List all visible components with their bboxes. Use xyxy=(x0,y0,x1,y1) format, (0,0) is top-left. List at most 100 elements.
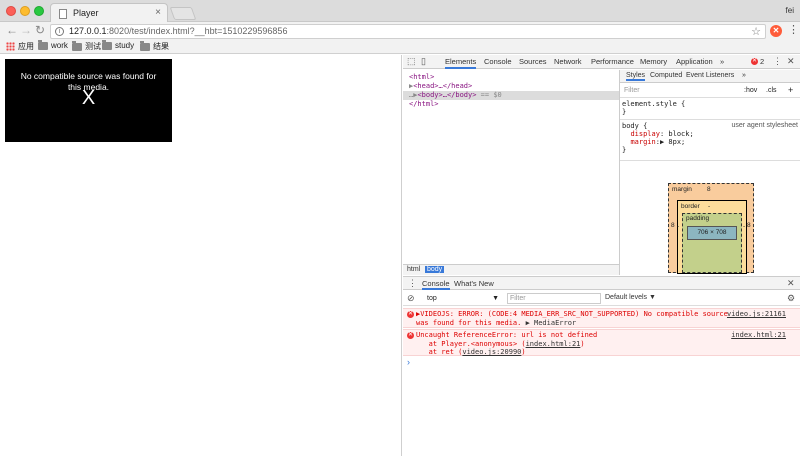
breadcrumb: html body xyxy=(403,264,619,275)
tab-title: Player xyxy=(73,8,99,18)
video-player[interactable]: No compatible source was found for this … xyxy=(5,59,172,142)
info-icon[interactable]: i xyxy=(55,27,64,36)
class-toggle[interactable]: .cls xyxy=(766,87,777,94)
extension-icon[interactable]: ✕ xyxy=(770,25,782,37)
dom-node-body[interactable]: …▶<body>…</body> == $0 xyxy=(403,91,619,100)
more-panes-button[interactable]: » xyxy=(742,72,746,79)
box-model-padding[interactable]: padding 706 × 708 xyxy=(682,213,742,273)
apps-grid-icon xyxy=(6,42,15,51)
tab-memory[interactable]: Memory xyxy=(640,57,667,66)
tab-styles[interactable]: Styles xyxy=(626,72,646,81)
more-tabs-button[interactable]: » xyxy=(720,57,724,66)
bookmarks-bar: 应用 work 测试 study 结果 xyxy=(0,39,800,54)
breadcrumb-body[interactable]: body xyxy=(425,266,445,273)
tab-close-icon[interactable]: × xyxy=(155,7,161,18)
console-error-message[interactable]: ✕ ▶VIDEOJS: ERROR: (CODE:4 MEDIA_ERR_SRC… xyxy=(403,308,800,328)
page-viewport: No compatible source was found for this … xyxy=(0,55,402,456)
drawer-close-icon[interactable]: ✕ xyxy=(787,278,795,289)
devtools-panel: ⬚ ▯ Elements Console Sources Network Per… xyxy=(403,55,800,456)
minimize-window-button[interactable] xyxy=(20,6,30,16)
tab-application[interactable]: Application xyxy=(676,57,713,66)
box-model-margin[interactable]: margin 8 8 8 border - - - padding 706 × … xyxy=(668,183,754,274)
box-model-diagram: margin 8 8 8 border - - - padding 706 × … xyxy=(668,183,754,274)
player-close-button[interactable]: X xyxy=(5,87,172,110)
rule-divider xyxy=(620,119,800,120)
address-bar[interactable]: i 127.0.0.1:8020/test/index.html?__hbt=1… xyxy=(50,24,766,39)
tab-network[interactable]: Network xyxy=(554,57,582,66)
console-error-message[interactable]: ✕ Uncaught ReferenceError: url is not de… xyxy=(403,329,800,356)
browser-tab[interactable]: Player × xyxy=(50,3,168,23)
elements-tree: <html> ▶<head>…</head> …▶<body>…</body> … xyxy=(403,70,619,264)
dom-node-head[interactable]: ▶<head>…</head> xyxy=(409,82,472,91)
breadcrumb-html[interactable]: html xyxy=(405,266,422,273)
stack-link[interactable]: index.html:21 xyxy=(526,340,581,348)
box-model-border[interactable]: border - - - padding 706 × 708 xyxy=(677,200,747,274)
dom-node-html[interactable]: <html> xyxy=(409,73,434,82)
browser-toolbar: ← → ↻ i 127.0.0.1:8020/test/index.html?_… xyxy=(0,22,800,40)
folder-icon xyxy=(140,40,150,51)
log-levels-dropdown[interactable]: Default levels ▼ xyxy=(605,294,656,301)
folder-icon xyxy=(38,39,48,50)
drawer-menu-icon[interactable]: ⋮ xyxy=(408,278,417,289)
devtools-close-icon[interactable]: ✕ xyxy=(787,56,795,67)
tab-computed[interactable]: Computed xyxy=(650,72,682,79)
bookmark-work[interactable]: work xyxy=(38,39,68,50)
clear-console-icon[interactable]: ⊘ xyxy=(407,293,415,304)
devtools-menu-icon[interactable]: ⋮ xyxy=(773,56,782,67)
new-rule-button[interactable]: + xyxy=(788,85,793,95)
bookmark-star-icon[interactable]: ☆ xyxy=(751,25,761,38)
device-toolbar-icon[interactable]: ▯ xyxy=(421,56,426,67)
tab-elements[interactable]: Elements xyxy=(445,57,477,69)
bookmark-apps[interactable]: 应用 xyxy=(6,41,34,52)
source-link[interactable]: index.html:21 xyxy=(731,331,786,340)
body-style-rule[interactable]: body { user agent stylesheet display: bl… xyxy=(622,122,798,154)
tab-console[interactable]: Console xyxy=(484,57,512,66)
error-count-badge[interactable]: ✕ 2 xyxy=(751,57,764,66)
menu-dots-icon[interactable]: ⋮ xyxy=(788,23,799,36)
error-icon: ✕ xyxy=(407,311,414,318)
devtools-tabbar: ⬚ ▯ Elements Console Sources Network Per… xyxy=(403,55,800,69)
tab-performance[interactable]: Performance xyxy=(591,57,634,66)
bookmark-test[interactable]: 测试 xyxy=(72,40,101,52)
new-tab-button[interactable] xyxy=(169,7,197,20)
console-drawer: ⋮ Console What's New ✕ ⊘ top ▼ Filter Def… xyxy=(403,276,800,456)
console-settings-icon[interactable]: ⚙ xyxy=(787,293,795,304)
inspect-element-icon[interactable]: ⬚ xyxy=(407,56,416,67)
maximize-window-button[interactable] xyxy=(34,6,44,16)
console-prompt[interactable]: › xyxy=(407,357,410,367)
context-select[interactable]: top ▼ xyxy=(425,293,501,304)
reload-icon[interactable]: ↻ xyxy=(35,23,45,37)
profile-name[interactable]: fei xyxy=(786,6,794,15)
element-style-rule[interactable]: element.style { } xyxy=(622,100,798,116)
tab-event-listeners[interactable]: Event Listeners xyxy=(686,72,734,79)
back-arrow-icon[interactable]: ← xyxy=(6,23,18,37)
rule-divider xyxy=(620,160,800,161)
box-model-content[interactable]: 706 × 708 xyxy=(687,226,737,240)
tab-console-drawer[interactable]: Console xyxy=(422,279,450,290)
styles-filter: Filter :hov .cls + xyxy=(620,84,800,98)
stylesheet-source: user agent stylesheet xyxy=(731,122,798,129)
hover-state-toggle[interactable]: :hov xyxy=(744,87,757,94)
dom-node-html-close[interactable]: </html> xyxy=(409,100,439,109)
error-icon: ✕ xyxy=(751,58,758,65)
styles-filter-input[interactable]: Filter xyxy=(624,87,640,94)
forward-arrow-icon[interactable]: → xyxy=(20,23,32,37)
source-link[interactable]: video.js:21161 xyxy=(727,310,786,319)
page-icon xyxy=(59,9,67,19)
url-text[interactable]: 127.0.0.1:8020/test/index.html?__hbt=151… xyxy=(69,26,287,36)
console-toolbar: ⊘ top ▼ Filter Default levels ▼ ⚙ xyxy=(403,291,800,306)
mediaerror-expander[interactable]: ▶ MediaError xyxy=(526,319,577,327)
styles-pane: Styles Computed Event Listeners » Filter… xyxy=(619,70,800,275)
stack-link[interactable]: video.js:20990 xyxy=(462,348,521,356)
bookmark-results[interactable]: 结果 xyxy=(140,40,169,52)
folder-icon xyxy=(102,39,112,50)
close-window-button[interactable] xyxy=(6,6,16,16)
window-titlebar: Player × fei xyxy=(0,0,800,23)
tab-whats-new[interactable]: What's New xyxy=(454,279,494,288)
styles-tabbar: Styles Computed Event Listeners » xyxy=(620,70,800,83)
drawer-tabbar: ⋮ Console What's New ✕ xyxy=(403,277,800,290)
bookmark-study[interactable]: study xyxy=(102,39,134,50)
tab-sources[interactable]: Sources xyxy=(519,57,547,66)
folder-icon xyxy=(72,40,82,51)
console-filter-input[interactable]: Filter xyxy=(507,293,601,304)
